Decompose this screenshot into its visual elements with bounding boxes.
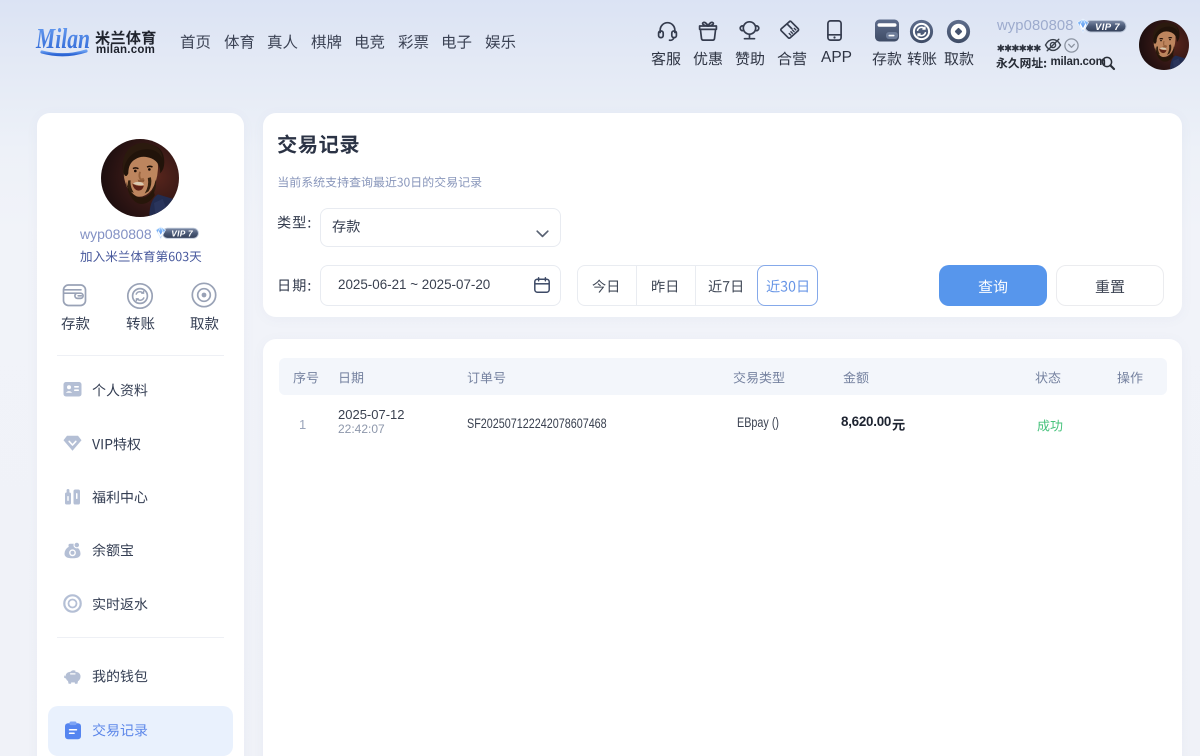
svg-text:VIP 7: VIP 7 [1095, 22, 1120, 33]
svg-text:VIP 7: VIP 7 [171, 228, 193, 238]
svg-text:Milan: Milan [35, 23, 90, 55]
